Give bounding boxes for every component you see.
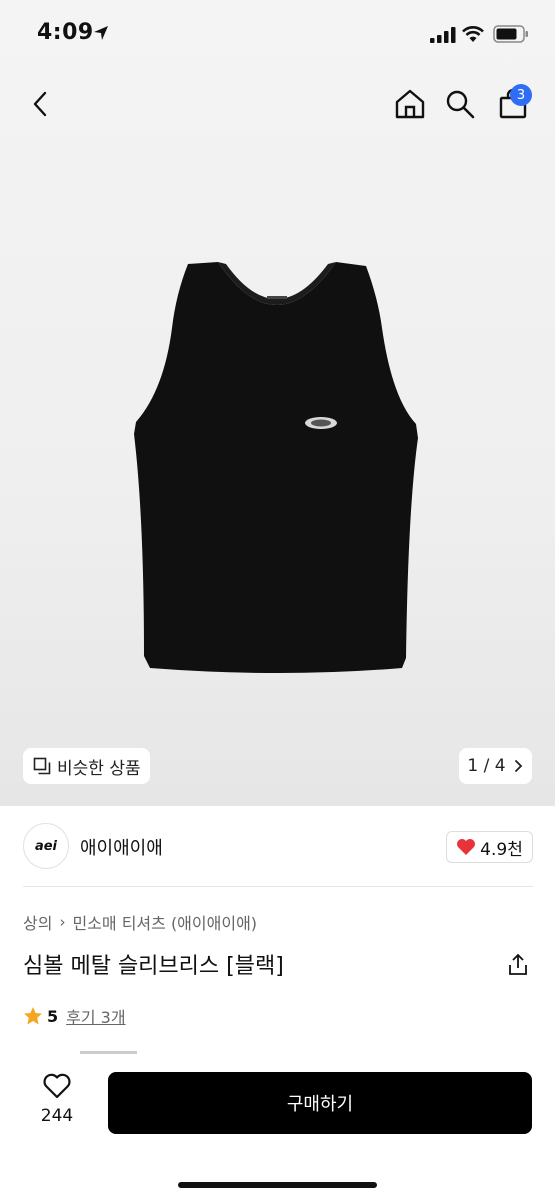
similar-products-button[interactable]: 비슷한 상품 [23,748,150,784]
breadcrumb-item-subcategory[interactable]: 민소매 티셔츠 (애이애이애) [72,910,257,934]
status-bar: 4:09 [0,0,555,70]
rating-row: 5 후기 3개 [23,1004,126,1028]
back-button[interactable] [20,84,60,124]
bottom-action-bar: 244 구매하기 [0,1056,555,1200]
battery-icon [493,25,528,43]
wishlist-count: 244 [40,1106,74,1126]
seller-row[interactable]: aei 애이애이애 4.9천 [23,823,533,869]
similar-products-label: 비슷한 상품 [57,758,141,779]
search-icon [446,90,475,119]
image-pager-button[interactable]: 1 / 4 [459,748,532,784]
search-button[interactable] [440,84,480,124]
home-icon [395,89,425,119]
scroll-indicator [80,1051,137,1054]
seller-like-button[interactable]: 4.9천 [446,831,533,863]
copy-squares-icon [33,757,51,775]
chevron-left-icon [33,91,47,117]
heart-outline-icon [43,1073,71,1099]
share-button[interactable] [503,950,533,980]
chevron-right-icon: › [59,913,66,931]
cellular-signal-icon [430,27,456,43]
breadcrumb-item-category[interactable]: 상의 [23,910,52,934]
chevron-right-icon [514,760,522,772]
buy-button[interactable]: 구매하기 [108,1072,532,1134]
heart-filled-icon [457,839,476,855]
home-indicator [178,1182,377,1188]
share-icon [509,953,527,975]
seller-name[interactable]: 애이애이애 [80,834,163,860]
divider [23,886,533,887]
seller-like-count: 4.9천 [480,839,523,860]
wifi-icon [462,26,484,42]
wishlist-button[interactable]: 244 [30,1072,84,1126]
home-button[interactable] [390,84,430,124]
breadcrumb: 상의 › 민소매 티셔츠 (애이애이애) [23,910,257,934]
top-navigation [0,78,555,134]
review-link[interactable]: 후기 3개 [66,1004,125,1028]
product-photo[interactable] [130,258,422,690]
product-title: 심볼 메탈 슬리브리스 [블랙] [23,954,284,979]
rating-score: 5 [47,1006,59,1026]
image-page-indicator: 1 / 4 [467,756,506,776]
seller-logo[interactable]: aei [23,823,69,869]
location-arrow-icon [94,26,108,40]
status-time: 4:09 [37,20,94,45]
star-icon [24,1007,42,1025]
cart-count-badge: 3 [510,84,532,106]
